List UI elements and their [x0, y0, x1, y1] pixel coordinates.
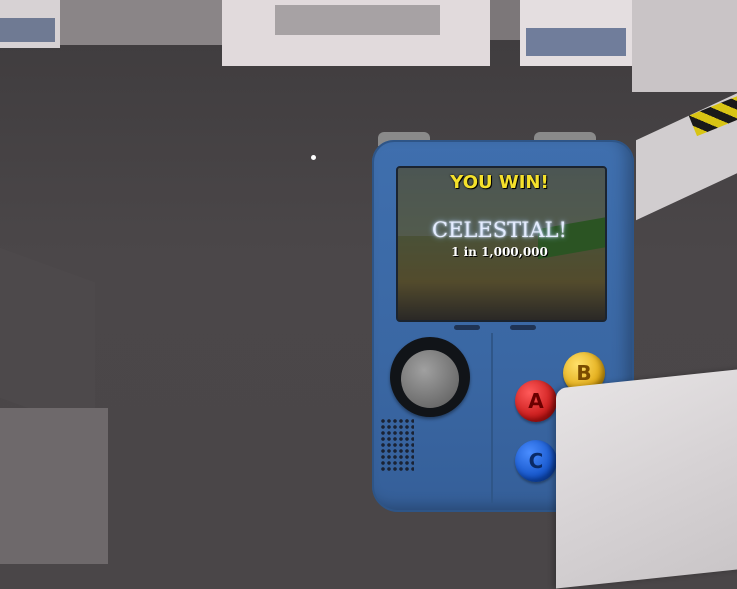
background-machine-panel — [526, 28, 626, 56]
rarity-name: CELESTIAL! — [432, 218, 567, 242]
rarity-odds: 1 in 1,000,000 — [451, 245, 548, 259]
background-wall-far-right — [632, 0, 737, 92]
device-divider — [491, 333, 493, 503]
result-title: YOU WIN! — [450, 172, 549, 193]
button-c[interactable]: C — [515, 440, 557, 482]
crosshair-icon — [311, 155, 316, 160]
speaker-grille — [380, 418, 414, 472]
screen-slot-right — [510, 325, 536, 330]
background-wall — [60, 0, 230, 45]
screen-slot-left — [454, 325, 480, 330]
button-a[interactable]: A — [515, 380, 557, 422]
background-counter-inset — [275, 5, 440, 35]
foreground-block-left — [0, 408, 108, 564]
dpad-knob[interactable] — [401, 350, 459, 408]
player-hand — [556, 367, 737, 589]
background-wall-left-panel — [0, 18, 55, 42]
